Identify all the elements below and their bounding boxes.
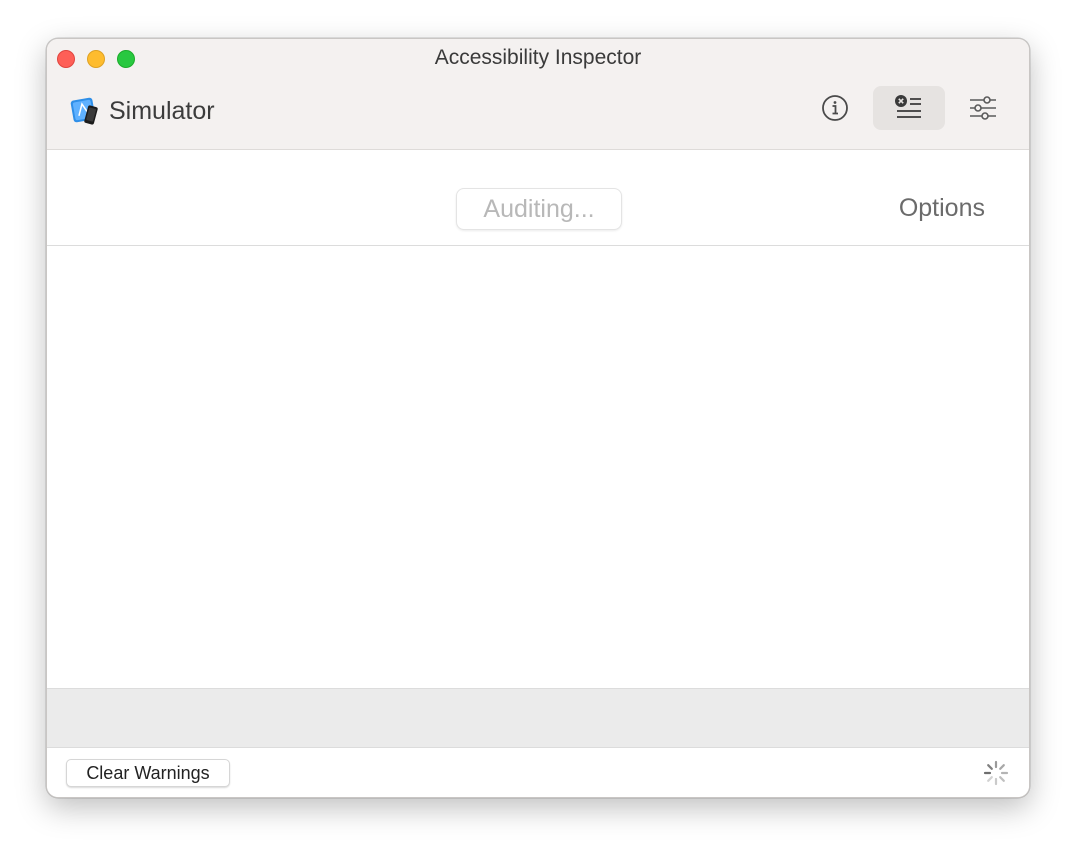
progress-spinner-icon [983,760,1009,786]
inspection-button[interactable] [799,86,871,130]
options-button[interactable]: Options [899,194,985,223]
sliders-icon [970,96,996,120]
simulator-app-icon [70,97,98,125]
window-title: Accessibility Inspector [434,46,642,69]
audit-header: Auditing... Options [47,151,1029,246]
warning-detail-pane [47,688,1029,748]
audit-list-icon [895,95,921,118]
audit-results-list [47,247,1029,688]
titlebar: Accessibility Inspector Simulator [47,39,1029,150]
run-audit-button[interactable]: Auditing... [456,188,622,230]
settings-button[interactable] [947,86,1019,130]
audit-button[interactable] [873,86,945,130]
info-circle-icon [822,95,848,121]
footer-bar: Clear Warnings [47,749,1029,797]
target-chooser[interactable]: Simulator [69,95,215,127]
target-label: Simulator [109,96,215,125]
app-window: Accessibility Inspector Simulator Auditi… [46,38,1030,798]
clear-warnings-button[interactable]: Clear Warnings [66,759,230,787]
